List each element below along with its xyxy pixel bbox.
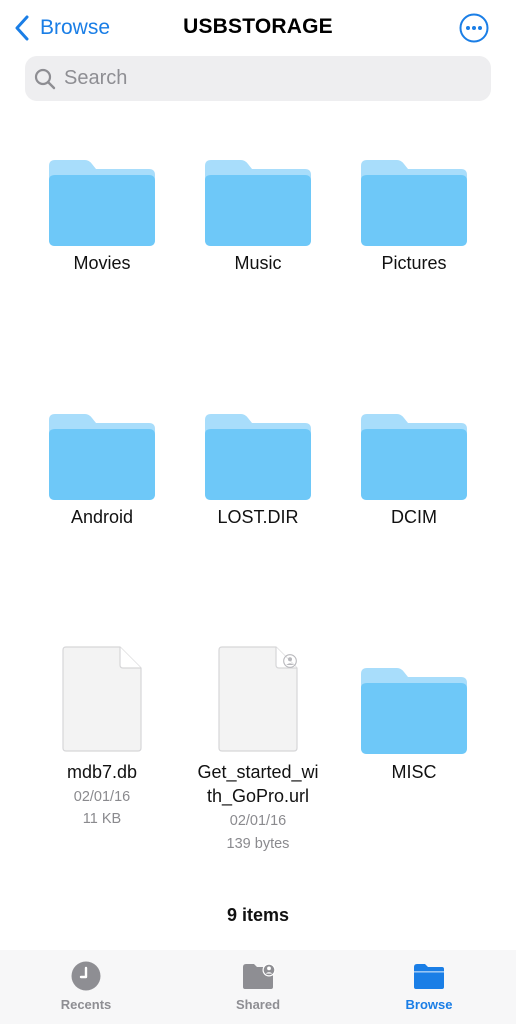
- shared-person-icon: [283, 654, 297, 668]
- folder-icon: [205, 414, 311, 500]
- tab-browse[interactable]: Browse: [369, 950, 489, 1024]
- item-name: Movies: [73, 253, 131, 273]
- item-name: Pictures: [381, 253, 447, 273]
- item-name: LOST.DIR: [217, 507, 299, 527]
- folder-item-dcim[interactable]: DCIM: [336, 404, 492, 544]
- folder-item-movies[interactable]: Movies: [24, 150, 180, 290]
- clock-icon: [71, 961, 101, 991]
- folder-icon: [414, 964, 444, 989]
- item-name: Android: [70, 507, 134, 527]
- folder-icon: [361, 160, 467, 246]
- folder-item-lost-dir[interactable]: LOST.DIR: [180, 404, 336, 544]
- folder-item-music[interactable]: Music: [180, 150, 336, 290]
- folder-icon: [49, 160, 155, 246]
- folder-icon: [361, 668, 467, 754]
- item-name-line1: Get_started_wi: [197, 762, 319, 782]
- tab-label: Browse: [405, 997, 453, 1012]
- item-name: MISC: [391, 762, 437, 782]
- document-icon: [62, 646, 142, 752]
- shared-folder-icon: [243, 963, 276, 989]
- item-name-line2: th_GoPro.url: [206, 786, 310, 806]
- item-size: 139 bytes: [226, 836, 290, 852]
- item-name: DCIM: [391, 507, 437, 527]
- tab-recents[interactable]: Recents: [26, 950, 146, 1024]
- search-input[interactable]: Search: [25, 56, 491, 101]
- item-name: mdb7.db: [66, 762, 138, 782]
- file-item-gopro-url[interactable]: Get_started_wi th_GoPro.url 02/01/16 139…: [180, 646, 336, 856]
- folder-item-pictures[interactable]: Pictures: [336, 150, 492, 290]
- ellipsis-circle-icon[interactable]: [458, 12, 490, 44]
- tab-shared[interactable]: Shared: [198, 950, 318, 1024]
- search-icon: [34, 68, 56, 89]
- tab-label: Shared: [235, 997, 281, 1012]
- item-size: 11 KB: [82, 811, 122, 827]
- folder-item-android[interactable]: Android: [24, 404, 180, 544]
- folder-item-misc[interactable]: MISC: [336, 660, 492, 800]
- item-date: 02/01/16: [229, 813, 287, 829]
- file-item-mdb7[interactable]: mdb7.db 02/01/16 11 KB: [24, 646, 180, 836]
- page-title: USBSTORAGE: [183, 15, 333, 38]
- folder-icon: [205, 160, 311, 246]
- item-date: 02/01/16: [73, 789, 131, 805]
- folder-icon: [49, 414, 155, 500]
- search-placeholder: Search: [64, 67, 128, 89]
- tab-label: Recents: [60, 997, 112, 1012]
- item-count: 9 items: [226, 905, 290, 925]
- item-name: Music: [234, 253, 282, 273]
- folder-icon: [361, 414, 467, 500]
- navigation-bar: Browse USBSTORAGE: [0, 0, 516, 56]
- tab-bar: Recents Shared Browse: [0, 950, 516, 1024]
